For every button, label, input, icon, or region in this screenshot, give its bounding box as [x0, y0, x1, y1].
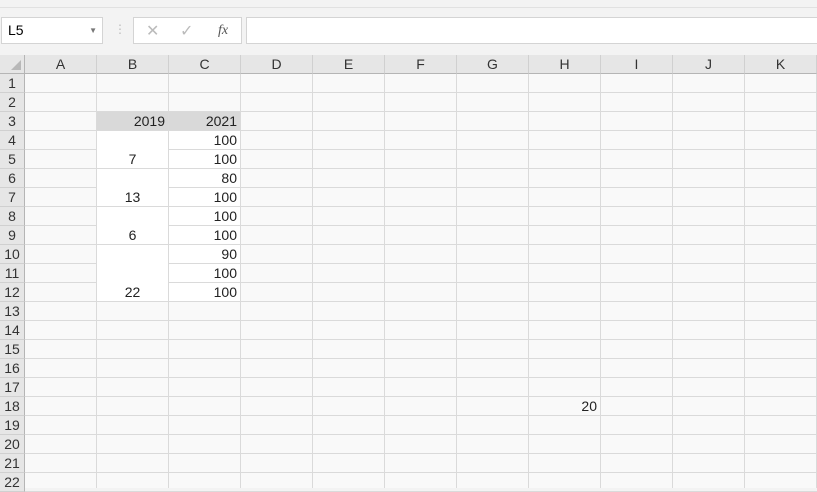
cell-C7[interactable]: 100	[169, 188, 240, 206]
row-header-8[interactable]: 8	[0, 207, 25, 226]
row-header-3[interactable]: 3	[0, 112, 25, 131]
gridline	[25, 301, 817, 302]
row-header-4[interactable]: 4	[0, 131, 25, 150]
cell-C4[interactable]: 100	[169, 131, 240, 149]
column-header-C[interactable]: C	[169, 55, 241, 74]
select-all-button[interactable]	[0, 55, 25, 74]
cell-C3[interactable]: 2021	[169, 112, 240, 130]
row-header-5[interactable]: 5	[0, 150, 25, 169]
row-header-9[interactable]: 9	[0, 226, 25, 245]
gridline	[600, 74, 601, 488]
cell-C8[interactable]: 100	[169, 207, 240, 225]
cell-value: 13	[124, 189, 141, 205]
gridline	[25, 320, 817, 321]
drag-handle-icon[interactable]: ⋮	[114, 22, 126, 36]
gridline	[25, 396, 817, 397]
spreadsheet-grid[interactable]: A B C D E F G H I J K 1 2 3 4 5 6 7 8 9 10 11 12 13 14 15 16 17 18 19…	[0, 55, 817, 492]
gridline	[25, 434, 817, 435]
column-header-D[interactable]: D	[241, 55, 313, 74]
cell-B4[interactable]: 7	[97, 131, 168, 168]
gridline	[25, 415, 817, 416]
cell-B8[interactable]: 6	[97, 207, 168, 244]
gridline	[25, 453, 817, 454]
cell-C6[interactable]: 80	[169, 169, 240, 187]
formula-buttons: ✕ ✓ fx	[133, 17, 242, 44]
row-header-6[interactable]: 6	[0, 169, 25, 188]
row-header-20[interactable]: 20	[0, 435, 25, 454]
formula-input[interactable]	[246, 17, 817, 44]
enter-icon[interactable]: ✓	[180, 21, 193, 41]
row-header-12[interactable]: 12	[0, 283, 25, 302]
insert-function-icon[interactable]: fx	[218, 23, 228, 39]
column-header-G[interactable]: G	[457, 55, 529, 74]
chevron-down-icon[interactable]: ▼	[89, 18, 97, 43]
row-header-14[interactable]: 14	[0, 321, 25, 340]
cell-value: 7	[128, 151, 137, 167]
cell-value: 2019	[133, 113, 165, 129]
cell-value: 100	[213, 227, 237, 243]
column-header-B[interactable]: B	[97, 55, 169, 74]
gridline	[384, 74, 385, 488]
row-header-11[interactable]: 11	[0, 264, 25, 283]
cell-C9[interactable]: 100	[169, 226, 240, 244]
cell-value: 22	[124, 284, 141, 300]
gridline	[528, 74, 529, 488]
ribbon	[0, 0, 817, 8]
cell-value: 2021	[205, 113, 237, 129]
gridline	[25, 377, 817, 378]
row-header-18[interactable]: 18	[0, 397, 25, 416]
gridline	[25, 472, 817, 473]
row-header-10[interactable]: 10	[0, 245, 25, 264]
cell-B10[interactable]: 22	[97, 245, 168, 301]
column-header-H[interactable]: H	[529, 55, 601, 74]
gridline	[240, 74, 241, 488]
cancel-icon[interactable]: ✕	[146, 21, 159, 41]
column-header-A[interactable]: A	[25, 55, 97, 74]
cell-C5[interactable]: 100	[169, 150, 240, 168]
row-header-21[interactable]: 21	[0, 454, 25, 473]
gridline	[744, 74, 745, 488]
row-header-19[interactable]: 19	[0, 416, 25, 435]
gridline	[312, 74, 313, 488]
column-header-J[interactable]: J	[673, 55, 745, 74]
cell-value: 90	[221, 246, 237, 262]
gridline	[456, 74, 457, 488]
row-header-1[interactable]: 1	[0, 74, 25, 93]
cell-B6[interactable]: 13	[97, 169, 168, 206]
cell-value: 100	[213, 132, 237, 148]
cell-C11[interactable]: 100	[169, 264, 240, 282]
row-header-17[interactable]: 17	[0, 378, 25, 397]
row-header-2[interactable]: 2	[0, 93, 25, 112]
row-header-16[interactable]: 16	[0, 359, 25, 378]
cell-B3[interactable]: 2019	[97, 112, 168, 130]
cell-value: 100	[213, 284, 237, 300]
row-header-15[interactable]: 15	[0, 340, 25, 359]
column-header-E[interactable]: E	[313, 55, 385, 74]
column-header-I[interactable]: I	[601, 55, 673, 74]
cell-C10[interactable]: 90	[169, 245, 240, 263]
cell-value: 100	[213, 265, 237, 281]
cell-value: 80	[221, 170, 237, 186]
gridline	[25, 339, 817, 340]
gridline	[25, 358, 817, 359]
cell-value: 100	[213, 189, 237, 205]
row-header-22[interactable]: 22	[0, 473, 25, 492]
cell-value: 6	[128, 227, 137, 243]
name-box-value: L5	[8, 22, 24, 38]
cell-value: 100	[213, 151, 237, 167]
row-header-13[interactable]: 13	[0, 302, 25, 321]
gridline	[672, 74, 673, 488]
gridline	[25, 92, 817, 93]
cell-value: 20	[581, 398, 597, 414]
name-box[interactable]: L5 ▼	[1, 17, 103, 44]
row-header-7[interactable]: 7	[0, 188, 25, 207]
column-header-F[interactable]: F	[385, 55, 457, 74]
cell-C12[interactable]: 100	[169, 283, 240, 301]
cell-H18[interactable]: 20	[529, 397, 600, 415]
cell-value: 100	[213, 208, 237, 224]
column-header-K[interactable]: K	[745, 55, 817, 74]
